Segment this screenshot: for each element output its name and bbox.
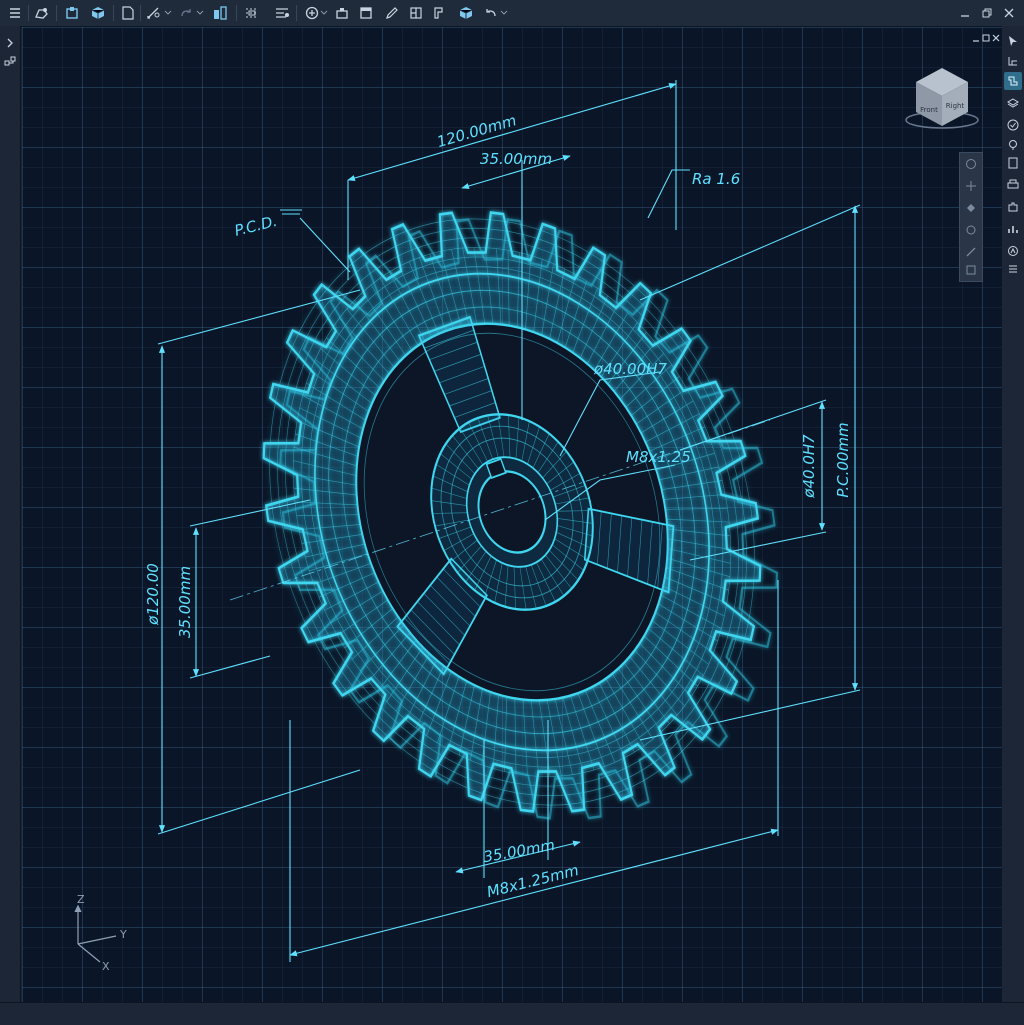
fit-icon[interactable] <box>962 261 980 279</box>
viewport-window-controls <box>972 29 1000 42</box>
view-icon[interactable] <box>406 3 426 23</box>
minimize-icon[interactable] <box>955 3 975 23</box>
puzzle-icon[interactable] <box>1004 198 1022 216</box>
top-toolbar <box>0 0 1024 27</box>
close-icon[interactable] <box>999 3 1019 23</box>
select-view-icon[interactable] <box>430 3 450 23</box>
dim-right-pcd: P.C.00mm <box>834 422 852 497</box>
look-at-icon[interactable] <box>962 221 980 239</box>
new-document-icon[interactable] <box>118 3 138 23</box>
sketch-icon[interactable] <box>144 3 164 23</box>
section-icon[interactable] <box>962 243 980 261</box>
dim-thread: M8x1.25 <box>626 448 691 466</box>
axis-z-label: Z <box>77 893 85 906</box>
dim-surface-finish: Ra 1.6 <box>692 170 740 188</box>
document-icon[interactable] <box>1004 154 1022 172</box>
list-icon[interactable] <box>1004 260 1022 278</box>
view-cube[interactable]: Front Right <box>905 68 979 129</box>
dim-left-diameter: ø120.00 <box>144 563 162 626</box>
axis-triad <box>74 904 117 963</box>
check-icon[interactable] <box>1004 116 1022 134</box>
view-tools-palette <box>959 152 983 282</box>
layers-icon[interactable] <box>332 3 352 23</box>
3d-viewport[interactable]: 120.00mm 35.00mm Ra 1.6 P.C.D. ø40.00H7 … <box>22 27 1002 1002</box>
zoom-icon[interactable] <box>962 199 980 217</box>
3d-box-icon[interactable] <box>456 3 476 23</box>
tree-icon[interactable] <box>1 52 19 70</box>
redo-icon[interactable] <box>176 3 196 23</box>
dim-top-overall: 120.00mm <box>435 111 519 151</box>
chevron-down-icon[interactable] <box>195 3 205 23</box>
cursor-icon[interactable] <box>1004 32 1022 50</box>
part-icon[interactable] <box>62 3 82 23</box>
axis-x-label: X <box>102 960 110 973</box>
gear-drawing: 120.00mm 35.00mm Ra 1.6 P.C.D. ø40.00H7 … <box>74 68 979 973</box>
axis-y-label: Y <box>119 928 127 941</box>
dimension-tool-icon[interactable] <box>1004 52 1022 70</box>
component-icon[interactable] <box>210 3 230 23</box>
layers-tool-icon[interactable] <box>1004 94 1022 112</box>
chevron-down-icon[interactable] <box>319 3 329 23</box>
menu-icon[interactable] <box>5 3 25 23</box>
dim-pcd-label: P.C.D. <box>233 212 279 240</box>
chart-icon[interactable] <box>1004 220 1022 238</box>
drawing-sheet-icon[interactable] <box>356 3 376 23</box>
dim-top-inner: 35.00mm <box>480 150 552 168</box>
sketch-tool-icon[interactable] <box>1004 72 1022 90</box>
pan-icon[interactable] <box>962 177 980 195</box>
chevron-down-icon[interactable] <box>163 3 173 23</box>
dim-bore-diameter: ø40.00H7 <box>593 360 667 378</box>
status-bar <box>0 1002 1024 1025</box>
dim-bottom-thread: M8x1.25mm <box>485 861 581 901</box>
view-cube-front[interactable]: Front <box>920 106 938 114</box>
assembly-icon[interactable] <box>88 3 108 23</box>
dim-bottom-inner: 35.00mm <box>482 836 556 866</box>
orbit-icon[interactable] <box>962 155 980 173</box>
view-cube-right[interactable]: Right <box>946 102 965 110</box>
pencil-icon[interactable] <box>382 3 402 23</box>
measure-icon[interactable] <box>272 3 292 23</box>
compass-icon[interactable] <box>1004 242 1022 260</box>
expand-panel-icon[interactable] <box>1 34 19 52</box>
dim-left-inner: 35.00mm <box>176 566 194 638</box>
chevron-down-icon[interactable] <box>499 3 509 23</box>
constraint-icon[interactable] <box>242 3 262 23</box>
undo-icon[interactable] <box>481 3 501 23</box>
left-panel-rail <box>0 26 21 1002</box>
open-icon[interactable] <box>32 3 52 23</box>
printer-icon[interactable] <box>1004 176 1022 194</box>
dim-right-bore: ø40.0H7 <box>800 434 818 499</box>
right-tool-group <box>1004 152 1022 280</box>
restore-icon[interactable] <box>977 3 997 23</box>
gear-wireframe[interactable] <box>182 137 859 894</box>
